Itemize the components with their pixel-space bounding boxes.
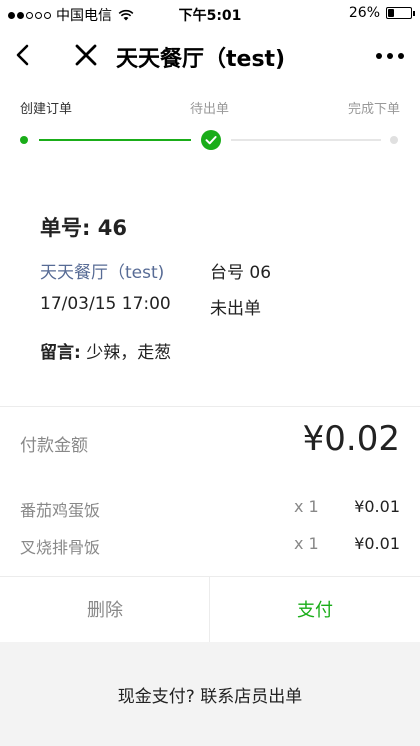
pay-button[interactable]: 支付 [210,576,420,642]
table-number: 台号 06 [210,263,272,283]
check-icon [201,130,221,150]
order-datetime: 17/03/15 17:00 [40,294,171,314]
payment-section: 付款金额 ¥0.02 番茄鸡蛋饭 x 1 ¥0.01 叉烧排骨饭 x 1 ¥0.… [0,407,420,575]
item-price: ¥0.01 [354,497,400,516]
close-icon[interactable] [72,41,100,69]
delete-button[interactable]: 删除 [0,576,210,642]
step-complete-label: 完成下单 [347,102,400,117]
chevron-left-icon[interactable] [10,41,38,69]
item-quantity: x 1 [294,534,319,553]
item-quantity: x 1 [294,497,319,516]
action-bar: 删除 支付 [0,576,420,642]
page-title: 天天餐厅（test) [116,47,286,72]
status-right: 26% [348,5,415,21]
step-created-label: 创建订单 [20,102,73,117]
item-name: 番茄鸡蛋饭 [20,501,101,520]
payment-label: 付款金额 [20,436,88,456]
more-horizontal-icon[interactable] [376,53,404,59]
step-pending-label: 待出单 [190,102,230,117]
cash-payment-link[interactable]: 现金支付? 联系店员出单 [0,682,420,707]
item-name: 叉烧排骨饭 [20,538,101,557]
order-note: 留言: 少辣，走葱 [40,338,171,363]
order-status: 未出单 [210,299,261,319]
progress-track-pending [231,139,381,141]
progress-track-done [39,139,191,141]
step-created-dot [20,136,28,144]
battery-level [388,9,394,17]
order-note-text: 少辣，走葱 [80,343,172,363]
order-info: 单号: 46 天天餐厅（test) 台号 06 17/03/15 17:00 未… [0,194,420,406]
list-item: 番茄鸡蛋饭 x 1 ¥0.01 [0,497,420,521]
list-item: 叉烧排骨饭 x 1 ¥0.01 [0,534,420,558]
battery-percent: 26% [348,5,380,21]
item-price: ¥0.01 [354,534,400,553]
step-complete-dot [390,136,398,144]
nav-bar: 天天餐厅（test) [0,28,420,84]
restaurant-link[interactable]: 天天餐厅（test) [40,258,164,283]
order-progress: 创建订单 待出单 完成下单 [0,84,420,194]
footer: 现金支付? 联系店员出单 [0,642,420,746]
battery-icon [386,7,415,19]
order-number: 单号: 46 [40,216,127,240]
order-note-label: 留言: [40,343,81,363]
status-bar: 中国电信 下午5:01 26% [0,0,420,28]
payment-amount: ¥0.02 [302,419,400,459]
